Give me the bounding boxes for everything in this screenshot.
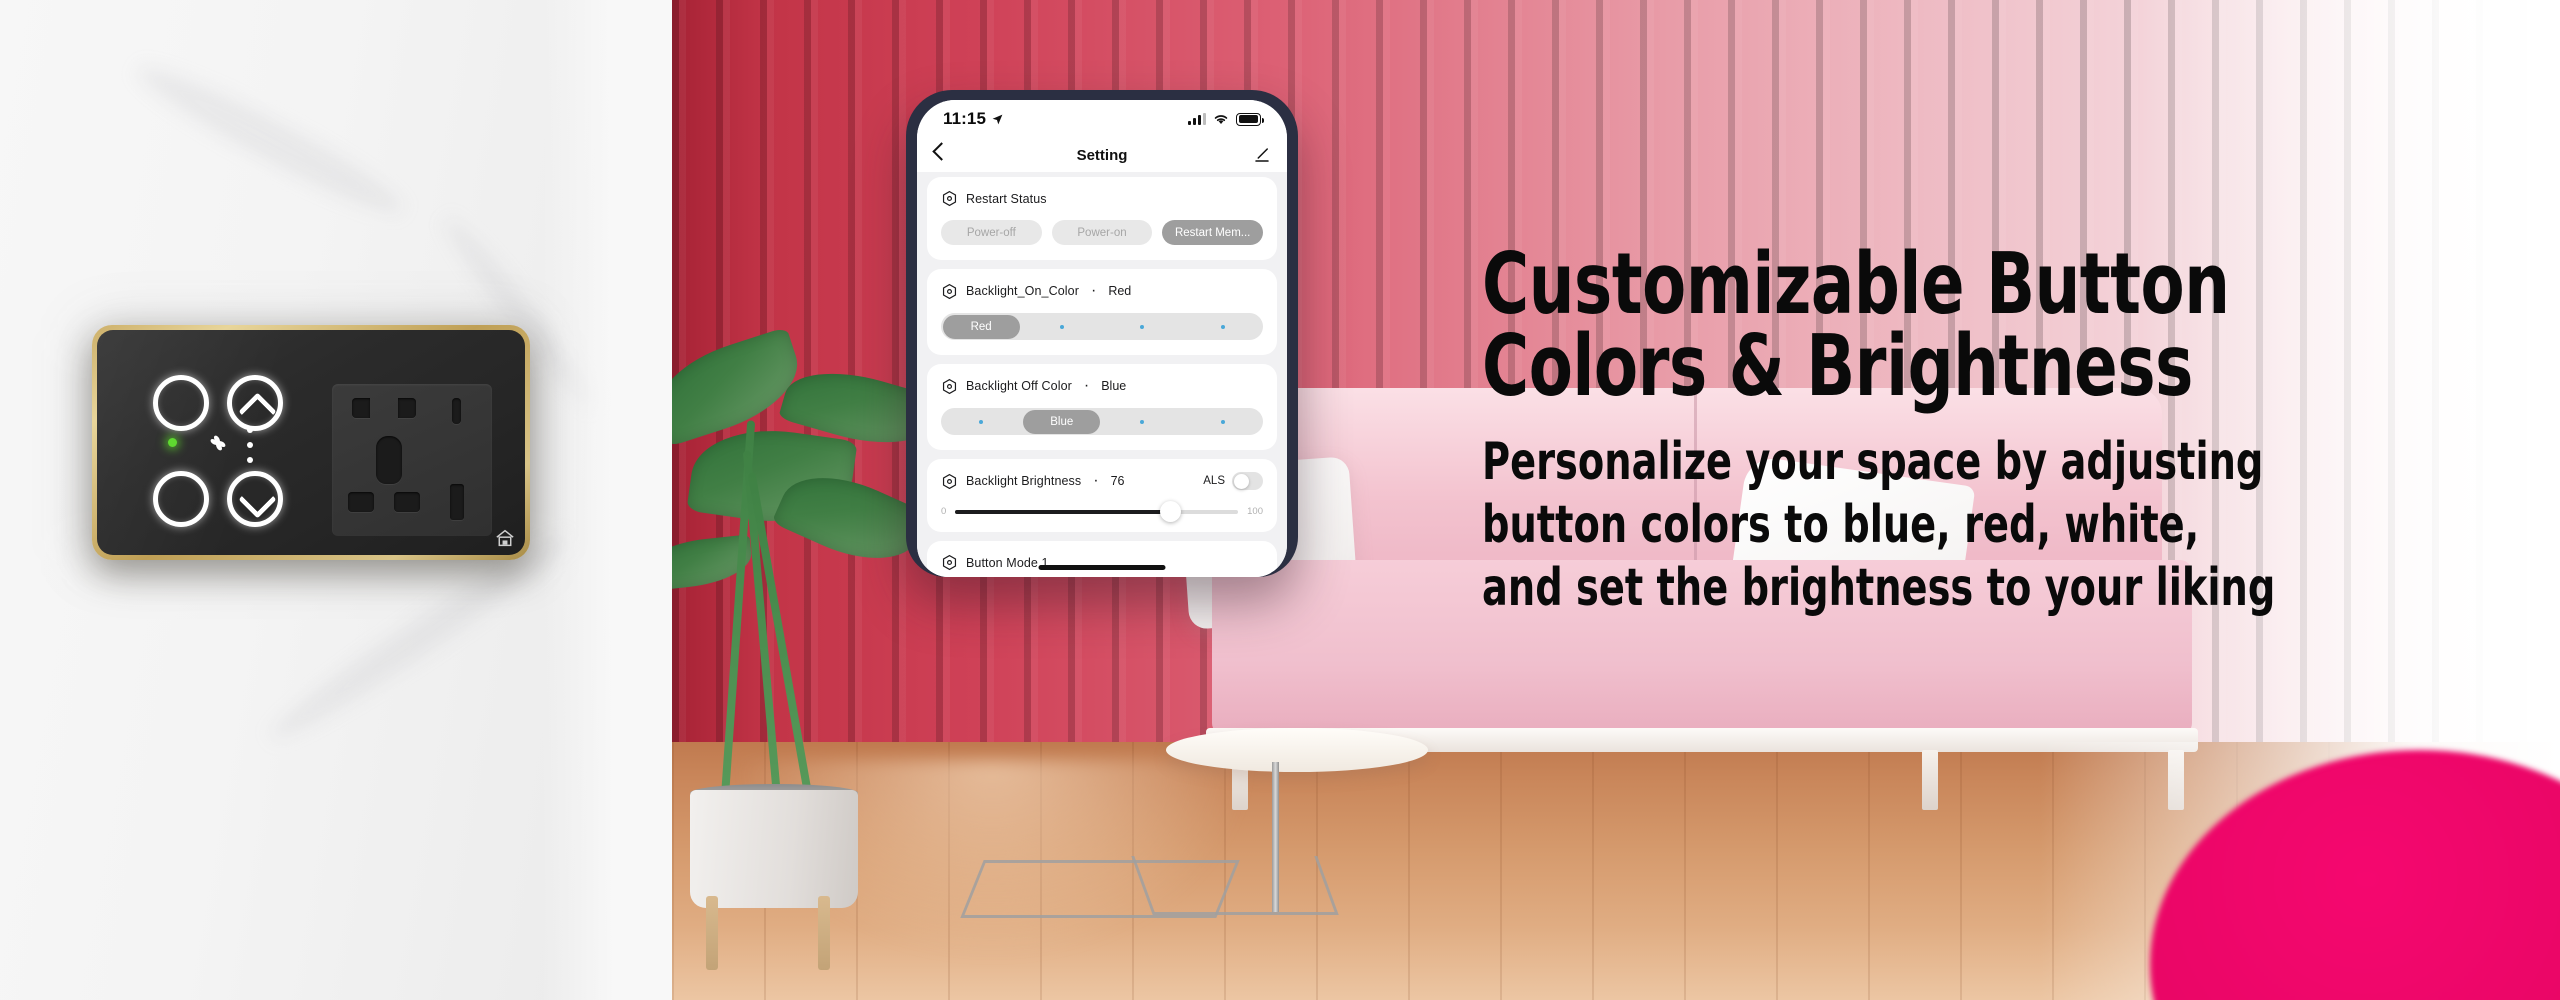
seg-slot-0[interactable] xyxy=(941,408,1022,435)
battery-full-icon xyxy=(1236,112,1264,126)
subline-2: button colors to blue, red, white, xyxy=(1482,494,2200,555)
color-dot-icon xyxy=(1140,419,1145,424)
subline-3: and set the brightness to your liking xyxy=(1482,557,2276,618)
als-label: ALS xyxy=(1203,475,1225,487)
wifi-icon xyxy=(1214,114,1228,124)
fan-icon xyxy=(210,435,226,451)
section-backlight-on-color: Backlight_On_Color · Red Red xyxy=(927,269,1277,355)
marketing-copy: Customizable Button Colors & Brightness … xyxy=(1482,235,2492,618)
section-label: Backlight Brightness xyxy=(966,474,1082,488)
color-dot-icon xyxy=(1059,324,1064,329)
color-dot-icon xyxy=(1220,324,1225,329)
slider-fill xyxy=(955,509,1171,514)
chevron-left-icon[interactable] xyxy=(932,142,951,161)
pill-power-off[interactable]: Power-off xyxy=(941,220,1042,245)
pill-power-on[interactable]: Power-on xyxy=(1051,220,1153,245)
page-title: Setting xyxy=(1076,146,1128,164)
separator-dot: · xyxy=(1090,282,1097,299)
power-socket xyxy=(332,384,492,536)
seg-slot-2[interactable] xyxy=(1102,313,1183,340)
color-dot-icon xyxy=(1140,324,1145,329)
location-arrow-icon xyxy=(992,114,1003,124)
als-toggle[interactable] xyxy=(1232,472,1263,490)
slider-max-label: 100 xyxy=(1247,506,1263,517)
hexagon-setting-icon xyxy=(942,378,957,394)
section-backlight-off-color: Backlight Off Color · Blue Blue xyxy=(927,364,1277,450)
chevron-down-button[interactable] xyxy=(227,471,283,527)
pill-restart-memory[interactable]: Restart Mem... xyxy=(1162,220,1264,245)
slider-handle[interactable] xyxy=(1159,501,1181,522)
backlight-off-color-segmented[interactable]: Blue xyxy=(941,408,1263,435)
headline-line-1: Customizable Button xyxy=(1482,235,2230,334)
headline-line-2: Colors & Brightness xyxy=(1482,316,2193,416)
section-backlight-brightness: Backlight Brightness · 76 ALS 0 100 xyxy=(927,459,1277,532)
device-face xyxy=(97,330,525,555)
section-header: Backlight Brightness · 76 ALS xyxy=(941,472,1263,490)
color-dot-icon xyxy=(979,419,984,424)
subline-1: Personalize your space by adjusting xyxy=(1482,432,2264,493)
section-header: Backlight_On_Color · Red xyxy=(941,282,1263,300)
status-bar: 11:15 xyxy=(917,100,1287,138)
cellular-bars-icon xyxy=(1188,113,1206,125)
section-button-mode-1: Button Mode 1 Bistate Monostate xyxy=(927,541,1277,577)
chevron-down-icon xyxy=(238,480,277,519)
color-dot-icon xyxy=(1220,419,1225,424)
brightness-slider-row: 0 100 xyxy=(941,501,1263,522)
separator-dot: · xyxy=(1093,472,1099,489)
section-label: Button Mode 1 xyxy=(966,555,1049,570)
als-control: ALS xyxy=(1203,472,1263,490)
separator-dot: · xyxy=(1083,377,1090,394)
status-bar-time-group: 11:15 xyxy=(943,109,1004,129)
settings-scroll-area[interactable]: Restart Status Power-off Power-on Restar… xyxy=(917,172,1287,577)
phone-screen: 11:15 Setting Restart Status Power-off P… xyxy=(917,100,1287,577)
phone-mockup: 11:15 Setting Restart Status Power-off P… xyxy=(906,90,1298,577)
section-label: Restart Status xyxy=(966,191,1047,206)
seg-knob-blue[interactable]: Blue xyxy=(1023,409,1101,434)
home-badge-icon xyxy=(496,529,514,547)
section-value: Red xyxy=(1108,284,1132,298)
hexagon-setting-icon xyxy=(942,554,957,571)
brightness-value: 76 xyxy=(1110,474,1125,488)
circle-button-top-left[interactable] xyxy=(153,375,209,431)
section-header: Restart Status xyxy=(941,190,1263,207)
pencil-edit-icon[interactable] xyxy=(1253,146,1271,164)
status-led xyxy=(168,438,177,447)
seg-slot-3[interactable] xyxy=(1183,408,1264,435)
section-restart-status: Restart Status Power-off Power-on Restar… xyxy=(927,177,1277,260)
circle-button-bottom-left[interactable] xyxy=(153,471,209,527)
three-dots-icon xyxy=(247,427,253,472)
marketing-banner: 11:15 Setting Restart Status Power-off P… xyxy=(0,0,2560,1000)
section-label: Backlight Off Color xyxy=(966,379,1072,393)
brightness-slider[interactable] xyxy=(955,501,1239,522)
section-label: Backlight_On_Color xyxy=(966,284,1079,298)
nav-bar: Setting xyxy=(917,138,1287,172)
smart-switch-panel[interactable] xyxy=(92,325,530,560)
home-indicator[interactable] xyxy=(1038,565,1166,570)
seg-slot-2[interactable] xyxy=(1102,408,1183,435)
backlight-on-color-segmented[interactable]: Red xyxy=(941,313,1263,340)
seg-slot-3[interactable] xyxy=(1183,313,1264,340)
hexagon-setting-icon xyxy=(942,190,957,207)
hexagon-setting-icon xyxy=(942,473,957,489)
seg-slot-1[interactable] xyxy=(1022,313,1103,340)
restart-status-pills: Power-off Power-on Restart Mem... xyxy=(941,220,1264,245)
status-bar-indicators xyxy=(1188,112,1264,126)
slider-min-label: 0 xyxy=(941,506,947,517)
status-bar-time: 11:15 xyxy=(943,109,987,128)
hexagon-setting-icon xyxy=(942,283,957,299)
chevron-up-button[interactable] xyxy=(227,375,283,431)
section-header: Backlight Off Color · Blue xyxy=(941,377,1263,395)
chevron-up-icon xyxy=(238,392,277,431)
seg-knob-red[interactable]: Red xyxy=(942,314,1020,339)
section-value: Blue xyxy=(1101,379,1127,393)
